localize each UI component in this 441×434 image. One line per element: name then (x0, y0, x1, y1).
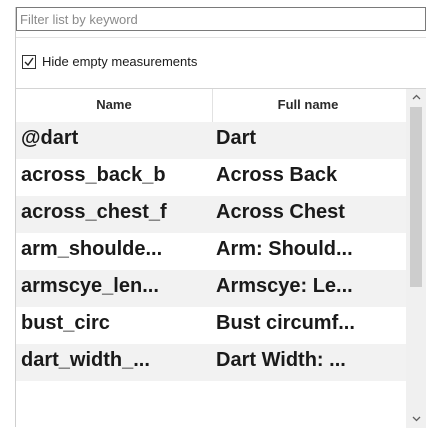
table-row[interactable]: across_back_b Across Back (16, 159, 406, 196)
hide-empty-row: Hide empty measurements (16, 37, 426, 88)
column-header-name[interactable]: Name (16, 89, 212, 122)
cell-name: bust_circ (21, 312, 110, 334)
table-row[interactable]: dart_width_... Dart Width: ... (16, 344, 406, 381)
measurements-panel: Hide empty measurements Name Full name @… (15, 7, 426, 428)
table-row[interactable]: @dart Dart (16, 122, 406, 159)
cell-full-name: Across Back (216, 164, 338, 186)
table-row[interactable]: bust_circ Bust circumf... (16, 307, 406, 344)
cell-name: across_back_b (21, 164, 166, 186)
measurements-table: Name Full name @dart Dart across_back_b … (16, 88, 426, 428)
cell-full-name: Arm: Should... (216, 238, 353, 260)
table-row[interactable]: across_chest_f Across Chest (16, 196, 406, 233)
cell-name: across_chest_f (21, 201, 167, 223)
table-body: @dart Dart across_back_b Across Back acr… (16, 122, 406, 381)
chevron-down-icon[interactable] (406, 411, 426, 428)
scrollbar-thumb[interactable] (410, 107, 422, 287)
table-row[interactable]: arm_shoulde... Arm: Should... (16, 233, 406, 270)
checkmark-icon (24, 57, 34, 67)
cell-full-name: Armscye: Le... (216, 275, 353, 297)
hide-empty-checkbox[interactable] (22, 55, 36, 69)
cell-full-name: Bust circumf... (216, 312, 355, 334)
cell-full-name: Across Chest (216, 201, 345, 223)
cell-full-name: Dart Width: ... (216, 349, 346, 371)
filter-field[interactable] (16, 7, 426, 31)
cell-name: armscye_len... (21, 275, 159, 297)
cell-name: arm_shoulde... (21, 238, 163, 260)
table-header: Name Full name (16, 89, 406, 122)
vertical-scrollbar[interactable] (406, 89, 426, 428)
hide-empty-label: Hide empty measurements (42, 54, 198, 69)
filter-input[interactable] (20, 9, 420, 29)
column-header-full-name[interactable]: Full name (213, 89, 403, 122)
cell-name: dart_width_... (21, 349, 150, 371)
chevron-up-icon[interactable] (406, 89, 426, 106)
cell-full-name: Dart (216, 127, 257, 149)
cell-name: @dart (21, 127, 79, 149)
table-row[interactable]: armscye_len... Armscye: Le... (16, 270, 406, 307)
